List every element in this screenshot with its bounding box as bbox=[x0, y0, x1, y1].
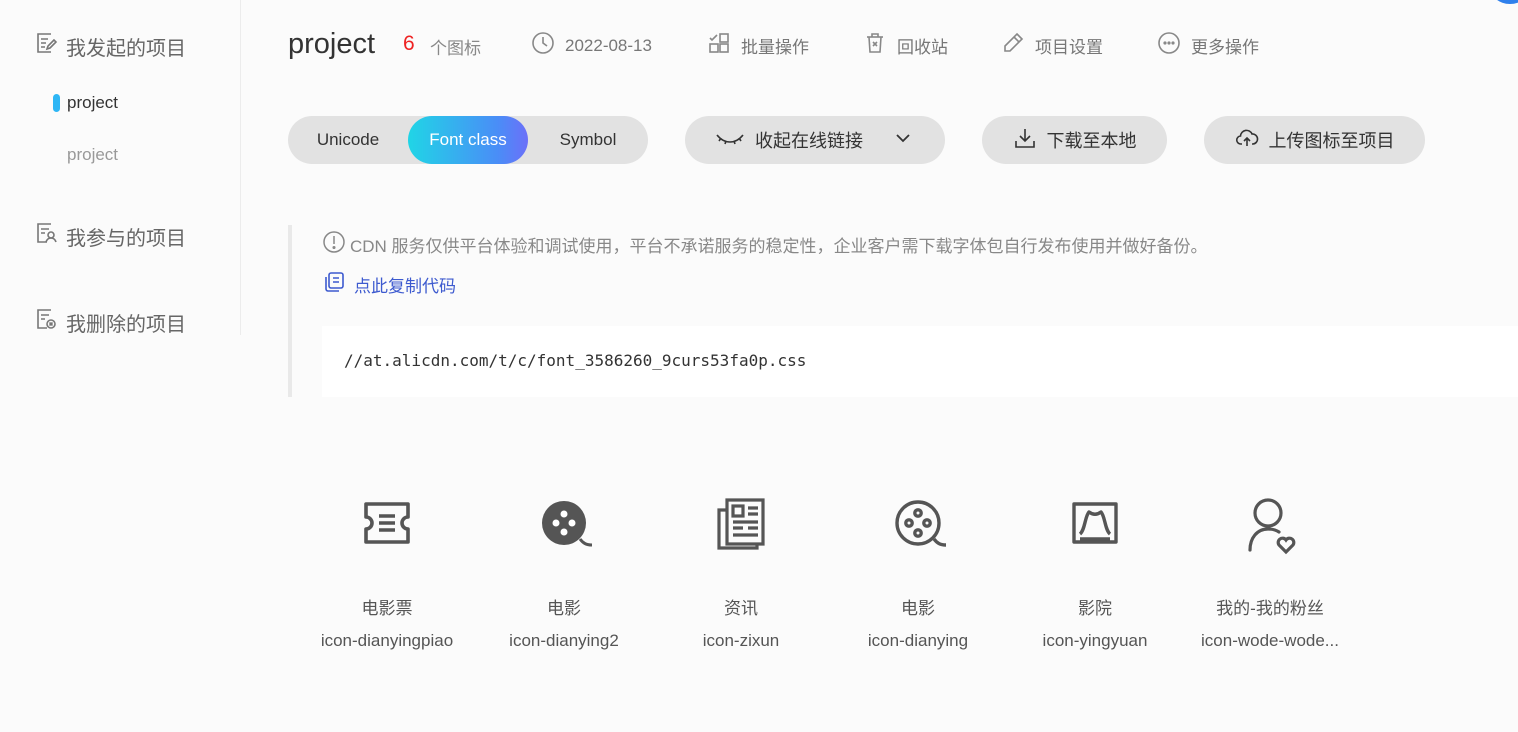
upload-icons-button[interactable]: 上传图标至项目 bbox=[1204, 116, 1425, 164]
cinema-screen-icon bbox=[1015, 488, 1175, 558]
collapse-link-button[interactable]: 收起在线链接 bbox=[685, 116, 945, 164]
icon-name: 影院 bbox=[1078, 599, 1112, 618]
mode-switch: Unicode Font class Symbol bbox=[288, 116, 648, 164]
tab-symbol[interactable]: Symbol bbox=[528, 116, 648, 164]
batch-operation-button[interactable]: 批量操作 bbox=[707, 31, 809, 60]
copy-label: 点此复制代码 bbox=[354, 277, 456, 296]
sidebar-project[interactable]: project bbox=[67, 145, 118, 165]
collapse-link-label: 收起在线链接 bbox=[755, 131, 863, 151]
download-icon bbox=[1013, 126, 1037, 155]
css-url[interactable]: //at.alicdn.com/t/c/font_3586260_9curs53… bbox=[344, 351, 806, 370]
copy-code-link[interactable]: 点此复制代码 bbox=[322, 270, 456, 299]
news-icon bbox=[661, 488, 821, 558]
tab-unicode[interactable]: Unicode bbox=[288, 116, 408, 164]
film-reel-outline-icon bbox=[838, 488, 998, 558]
icon-name: 电影票 bbox=[361, 599, 413, 618]
icon-class: icon-dianying bbox=[867, 631, 969, 650]
sidebar-item-deleted-projects[interactable]: 我删除的项目 bbox=[34, 307, 186, 337]
more-label: 更多操作 bbox=[1191, 38, 1259, 57]
avatar-corner[interactable] bbox=[1490, 0, 1518, 4]
copy-icon bbox=[322, 270, 346, 299]
closed-eye-icon bbox=[715, 126, 745, 155]
cdn-notice: CDN 服务仅供平台体验和调试使用，平台不承诺服务的稳定性，企业客户需下载字体包… bbox=[322, 230, 1208, 259]
sidebar-item-initiated-projects[interactable]: 我发起的项目 bbox=[34, 31, 186, 61]
user-heart-icon bbox=[1190, 488, 1350, 558]
sidebar: 我发起的项目 project project 我参与的项目 我删除的项目 bbox=[0, 0, 241, 337]
icon-class: icon-zixun bbox=[702, 631, 780, 650]
notice-divider bbox=[288, 225, 292, 397]
doc-user-icon bbox=[34, 221, 58, 251]
sidebar-item-label: 我删除的项目 bbox=[66, 313, 186, 336]
trash-icon bbox=[863, 31, 887, 60]
sidebar-item-label: 我发起的项目 bbox=[66, 37, 186, 60]
doc-delete-icon bbox=[34, 307, 58, 337]
batch-label: 批量操作 bbox=[741, 38, 809, 57]
icon-card-dianying[interactable]: 电影 icon-dianying bbox=[838, 488, 998, 651]
icon-card-wode-fensi[interactable]: 我的-我的粉丝 icon-wode-wode... bbox=[1190, 488, 1350, 651]
icon-class: icon-wode-wode... bbox=[1201, 631, 1339, 650]
icon-count: 6 bbox=[403, 32, 415, 55]
recycle-bin-button[interactable]: 回收站 bbox=[863, 31, 948, 60]
film-reel-filled-icon bbox=[484, 488, 644, 558]
icon-card-dianyingpiao[interactable]: 电影票 icon-dianyingpiao bbox=[307, 488, 467, 651]
icon-card-zixun[interactable]: 资讯 icon-zixun bbox=[661, 488, 821, 651]
download-local-button[interactable]: 下载至本地 bbox=[982, 116, 1167, 164]
ticket-icon bbox=[307, 488, 467, 558]
icon-count-unit: 个图标 bbox=[430, 39, 481, 58]
sidebar-project-active[interactable]: project bbox=[52, 93, 118, 113]
sidebar-item-label: 我参与的项目 bbox=[66, 227, 186, 250]
icon-card-yingyuan[interactable]: 影院 icon-yingyuan bbox=[1015, 488, 1175, 651]
sidebar-item-joined-projects[interactable]: 我参与的项目 bbox=[34, 221, 186, 251]
icon-class: icon-yingyuan bbox=[1042, 631, 1148, 650]
batch-grid-icon bbox=[707, 31, 731, 60]
settings-label: 项目设置 bbox=[1035, 38, 1103, 57]
date-text: 2022-08-13 bbox=[565, 35, 652, 55]
tab-font-class[interactable]: Font class bbox=[408, 116, 528, 164]
recycle-label: 回收站 bbox=[897, 38, 948, 57]
icon-class: icon-dianying2 bbox=[509, 631, 619, 650]
icon-name: 电影 bbox=[901, 599, 935, 618]
created-date: 2022-08-13 bbox=[531, 31, 652, 60]
icon-card-dianying2[interactable]: 电影 icon-dianying2 bbox=[484, 488, 644, 651]
more-actions-button[interactable]: 更多操作 bbox=[1157, 31, 1259, 60]
project-title: project bbox=[288, 28, 376, 60]
more-dots-icon bbox=[1157, 31, 1181, 60]
code-box: //at.alicdn.com/t/c/font_3586260_9curs53… bbox=[322, 326, 1518, 397]
icon-name: 我的-我的粉丝 bbox=[1216, 599, 1324, 618]
info-icon bbox=[322, 230, 346, 259]
cloud-upload-icon bbox=[1235, 126, 1259, 155]
notice-text: CDN 服务仅供平台体验和调试使用，平台不承诺服务的稳定性，企业客户需下载字体包… bbox=[350, 237, 1208, 256]
clock-icon bbox=[531, 31, 555, 60]
chevron-down-icon bbox=[891, 126, 915, 155]
icon-name: 电影 bbox=[547, 599, 581, 618]
pencil-icon bbox=[1001, 31, 1025, 60]
doc-edit-icon bbox=[34, 31, 58, 61]
project-settings-button[interactable]: 项目设置 bbox=[1001, 31, 1103, 60]
icon-class: icon-dianyingpiao bbox=[320, 631, 454, 650]
icon-name: 资讯 bbox=[724, 599, 758, 618]
download-label: 下载至本地 bbox=[1046, 131, 1137, 151]
upload-label: 上传图标至项目 bbox=[1268, 131, 1395, 151]
